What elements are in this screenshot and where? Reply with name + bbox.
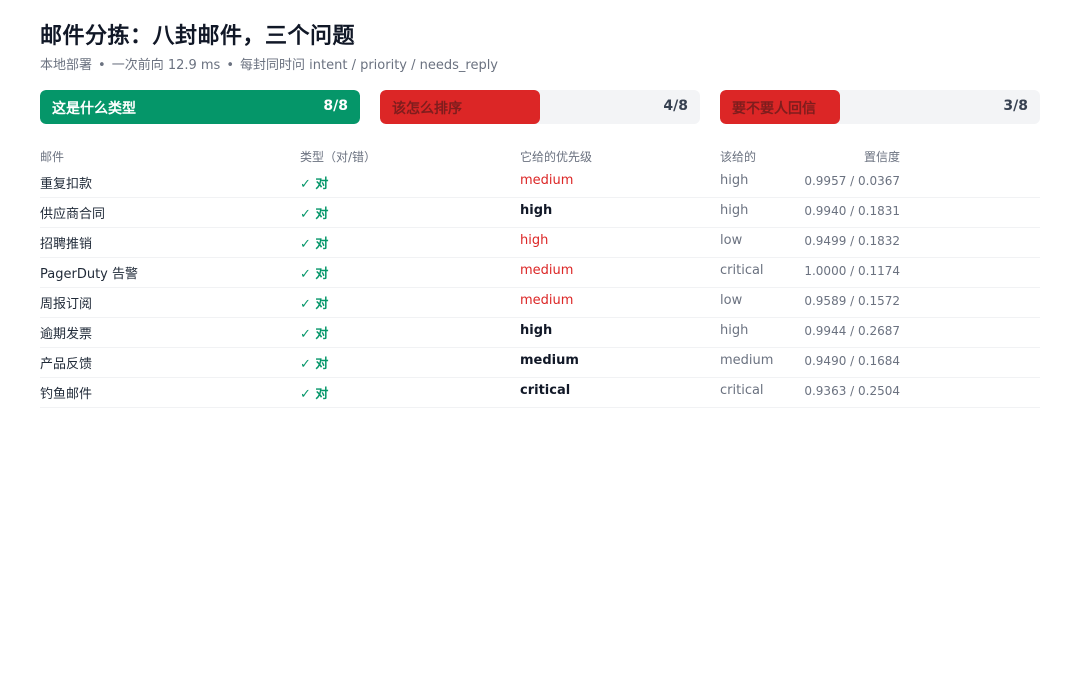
mail-cell: 逾期发票 [40,327,93,342]
mail-cell: 钓鱼邮件 [40,387,93,402]
mail-cell: 招聘推销 [40,237,93,252]
table-row: 重复扣款 ✓ 对 medium high 0.9957 / 0.0367 [40,168,1040,198]
type-cell: ✓ 对 [300,297,329,312]
results-table: 重复扣款 ✓ 对 medium high 0.9957 / 0.0367 供应商合同 ✓ 对… [40,168,1040,408]
confidence-cell: 1.0000 / 0.1174 [804,264,900,278]
type-cell: ✓ 对 [300,267,329,282]
confidence-cell: 0.9490 / 0.1684 [804,354,900,368]
table-row: 钓鱼邮件 ✓ 对 critical critical 0.9363 / 0.2504 [40,378,1040,408]
col-conf-header: 置信度 [863,150,900,164]
table-header: 邮件 类型（对/错） 它给的优先级 该给的 置信度 [40,148,1040,164]
mail-cell: 周报订阅 [40,297,93,312]
confidence-cell: 0.9589 / 0.1572 [804,294,900,308]
separator-dot: • [98,58,106,73]
mail-cell: PagerDuty 告警 [40,267,138,282]
given-priority-cell: high [520,203,553,218]
type-cell: ✓ 对 [300,177,329,192]
confidence-cell: 0.9940 / 0.1831 [804,204,900,218]
given-priority-cell: critical [520,383,571,398]
confidence-cell: 0.9363 / 0.2504 [804,384,900,398]
score-card: 要不要人回信 3/8 [720,90,1040,124]
confidence-cell: 0.9957 / 0.0367 [804,174,900,188]
given-priority-cell: high [520,233,549,248]
col-type-header: 类型（对/错） [300,150,377,164]
given-priority-cell: medium [520,173,574,188]
separator-dot: • [226,58,235,73]
page-subtitle: 本地部署 • 一次前向 12.9 ms • 每封同时问 intent / priorit… [40,54,498,73]
fields-text: 每封同时问 intent / priority / needs_reply [240,58,499,73]
expected-priority-cell: low [720,233,743,248]
latency-text: 一次前向 12.9 ms [111,58,221,73]
page-title: 邮件分拣：八封邮件，三个问题 [40,24,356,49]
mail-cell: 供应商合同 [40,207,106,222]
given-priority-cell: medium [520,293,574,308]
score-card-label: 要不要人回信 [732,101,816,117]
mail-cell: 重复扣款 [40,177,93,192]
expected-priority-cell: low [720,293,743,308]
col-mail-header: 邮件 [40,150,65,164]
score-card-label: 该怎么排序 [392,101,462,117]
score-card-value: 4/8 [663,98,688,114]
deploy-text: 本地部署 [40,58,93,73]
expected-priority-cell: critical [720,263,764,278]
score-card: 该怎么排序 4/8 [380,90,700,124]
table-row: 周报订阅 ✓ 对 medium low 0.9589 / 0.1572 [40,288,1040,318]
expected-priority-cell: high [720,203,749,218]
col-should-header: 该给的 [720,150,757,164]
expected-priority-cell: critical [720,383,764,398]
type-cell: ✓ 对 [300,207,329,222]
col-given-header: 它给的优先级 [520,150,593,164]
table-row: 逾期发票 ✓ 对 high high 0.9944 / 0.2687 [40,318,1040,348]
score-card-label: 这是什么类型 [52,101,136,117]
type-cell: ✓ 对 [300,237,329,252]
score-card: 这是什么类型 8/8 [40,90,360,124]
type-cell: ✓ 对 [300,327,329,342]
table-row: 招聘推销 ✓ 对 high low 0.9499 / 0.1832 [40,228,1040,258]
confidence-cell: 0.9499 / 0.1832 [804,234,900,248]
table-row: PagerDuty 告警 ✓ 对 medium critical 1.0000 / 0.… [40,258,1040,288]
mail-cell: 产品反馈 [40,357,93,372]
score-card-value: 3/8 [1003,98,1028,114]
type-cell: ✓ 对 [300,357,329,372]
confidence-cell: 0.9944 / 0.2687 [804,324,900,338]
type-cell: ✓ 对 [300,387,329,402]
table-row: 产品反馈 ✓ 对 medium medium 0.9490 / 0.1684 [40,348,1040,378]
given-priority-cell: high [520,323,553,338]
expected-priority-cell: high [720,323,749,338]
given-priority-cell: medium [520,353,579,368]
table-row: 供应商合同 ✓ 对 high high 0.9940 / 0.1831 [40,198,1040,228]
expected-priority-cell: high [720,173,749,188]
given-priority-cell: medium [520,263,574,278]
expected-priority-cell: medium [720,353,774,368]
score-card-value: 8/8 [323,98,348,114]
